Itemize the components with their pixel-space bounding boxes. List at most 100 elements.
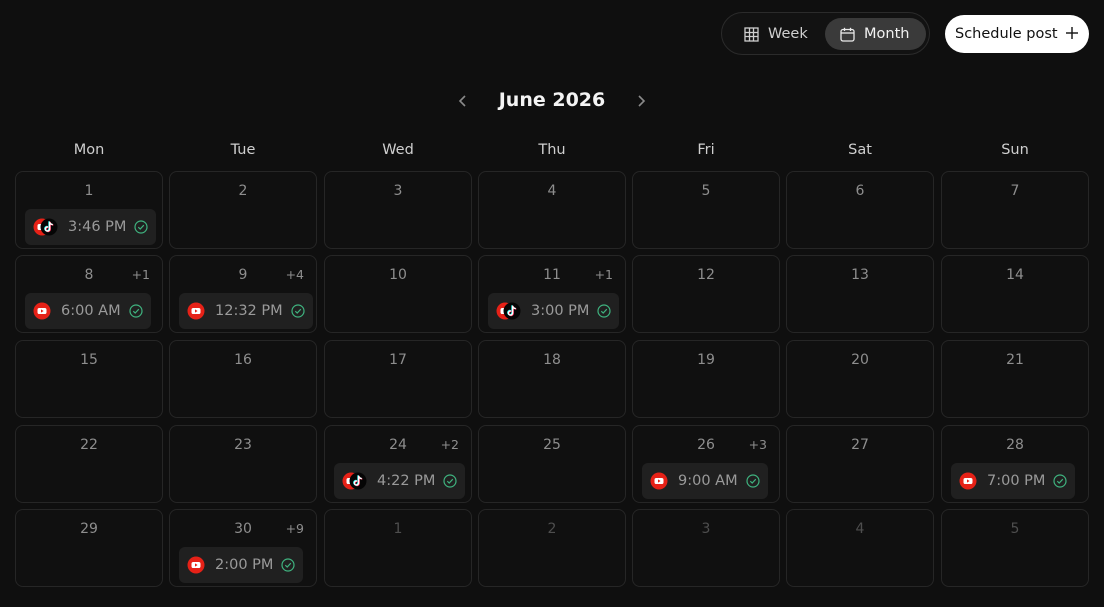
weekday-label-wed: Wed [382,142,414,158]
youtube-icon [959,472,977,490]
published-check-icon [134,220,149,234]
scheduled-post-chip[interactable]: 2:00 PM [179,547,304,583]
scheduled-post-chip[interactable]: 9:00 AM [642,463,768,499]
day-number: 18 [543,352,561,368]
day-number: 21 [1006,352,1024,368]
day-number: 15 [80,352,98,368]
day-cell[interactable]: 20 [786,340,934,418]
day-number: 17 [389,352,407,368]
week-view-label: Week [768,26,808,42]
schedule-post-button[interactable]: Schedule post [945,15,1089,53]
week-view-button[interactable]: Week [728,18,824,50]
previous-month-button[interactable] [453,91,473,111]
day-cell[interactable]: 1 3:46 PM [15,171,163,249]
day-number: 6 [855,183,865,199]
day-number: 27 [851,437,869,453]
day-number: 2 [547,521,557,537]
more-posts-badge[interactable]: +3 [749,437,767,452]
day-cell[interactable]: 8 +1 6:00 AM [15,255,163,333]
day-cell[interactable]: 11 +1 3:00 PM [478,255,626,333]
more-posts-badge[interactable]: +2 [441,437,459,452]
day-cell[interactable]: 13 [786,255,934,333]
day-cell[interactable]: 3 [632,509,780,587]
day-number: 28 [1006,437,1024,453]
day-cell[interactable]: 3 [324,171,472,249]
more-posts-badge[interactable]: +1 [595,267,613,282]
day-number: 4 [855,521,865,537]
day-cell[interactable]: 18 [478,340,626,418]
scheduled-post-chip[interactable]: 12:32 PM [179,293,313,329]
day-cell[interactable]: 19 [632,340,780,418]
day-cell[interactable]: 24 +2 4:22 PM [324,425,472,503]
day-number: 2 [238,183,248,199]
youtube-icon [650,472,668,490]
day-number: 22 [80,437,98,453]
day-cell[interactable]: 21 [941,340,1089,418]
published-check-icon [281,558,296,572]
tiktok-icon [349,472,367,490]
day-cell[interactable]: 2 [169,171,317,249]
day-cell[interactable]: 12 [632,255,780,333]
weekday-label-fri: Fri [697,142,715,158]
day-number: 5 [1010,521,1020,537]
month-view-button[interactable]: Month [825,18,926,50]
scheduled-post-chip[interactable]: 3:00 PM [488,293,620,329]
day-cell[interactable]: 30 +9 2:00 PM [169,509,317,587]
day-number: 10 [389,267,407,283]
scheduled-post-chip[interactable]: 6:00 AM [25,293,151,329]
day-cell[interactable]: 2 [478,509,626,587]
day-number: 3 [393,183,403,199]
day-cell[interactable]: 10 [324,255,472,333]
day-number: 16 [234,352,252,368]
scheduled-post-chip[interactable]: 4:22 PM [334,463,466,499]
published-check-icon [1053,474,1068,488]
weekday-label-thu: Thu [538,142,566,158]
day-cell[interactable]: 17 [324,340,472,418]
month-view-label: Month [864,26,910,42]
day-cell[interactable]: 14 [941,255,1089,333]
post-time: 12:32 PM [215,303,283,319]
post-time: 3:46 PM [68,219,127,235]
next-month-button[interactable] [631,91,651,111]
day-cell[interactable]: 4 [786,509,934,587]
platform-icons [496,302,521,320]
day-cell[interactable]: 6 [786,171,934,249]
youtube-icon [187,302,205,320]
scheduled-post-chip[interactable]: 3:46 PM [25,209,157,245]
day-number: 1 [84,183,94,199]
day-cell[interactable]: 28 7:00 PM [941,425,1089,503]
scheduled-post-chip[interactable]: 7:00 PM [951,463,1076,499]
day-cell[interactable]: 5 [941,509,1089,587]
day-cell[interactable]: 5 [632,171,780,249]
more-posts-badge[interactable]: +4 [286,267,304,282]
schedule-post-label: Schedule post [955,26,1058,42]
day-cell[interactable]: 26 +3 9:00 AM [632,425,780,503]
day-cell[interactable]: 16 [169,340,317,418]
day-number: 5 [701,183,711,199]
platform-icons [650,472,668,490]
more-posts-badge[interactable]: +9 [286,521,304,536]
published-check-icon [291,304,305,318]
day-cell[interactable]: 22 [15,425,163,503]
day-cell[interactable]: 4 [478,171,626,249]
day-number: 25 [543,437,561,453]
day-cell[interactable]: 1 [324,509,472,587]
platform-icons [187,302,205,320]
day-cell[interactable]: 7 [941,171,1089,249]
tiktok-icon [503,302,521,320]
day-cell[interactable]: 23 [169,425,317,503]
weekday-label-sun: Sun [1001,142,1029,158]
published-check-icon [746,474,760,488]
platform-icons [959,472,977,490]
day-cell[interactable]: 9 +4 12:32 PM [169,255,317,333]
calendar-app: Week Month Schedule post June 2026 MonT [0,0,1104,607]
post-time: 6:00 AM [61,303,121,319]
day-cell[interactable]: 25 [478,425,626,503]
day-number: 1 [393,521,403,537]
day-cell[interactable]: 29 [15,509,163,587]
view-toggle: Week Month [721,12,930,55]
more-posts-badge[interactable]: +1 [132,267,150,282]
month-title: June 2026 [498,89,606,111]
day-cell[interactable]: 27 [786,425,934,503]
day-cell[interactable]: 15 [15,340,163,418]
